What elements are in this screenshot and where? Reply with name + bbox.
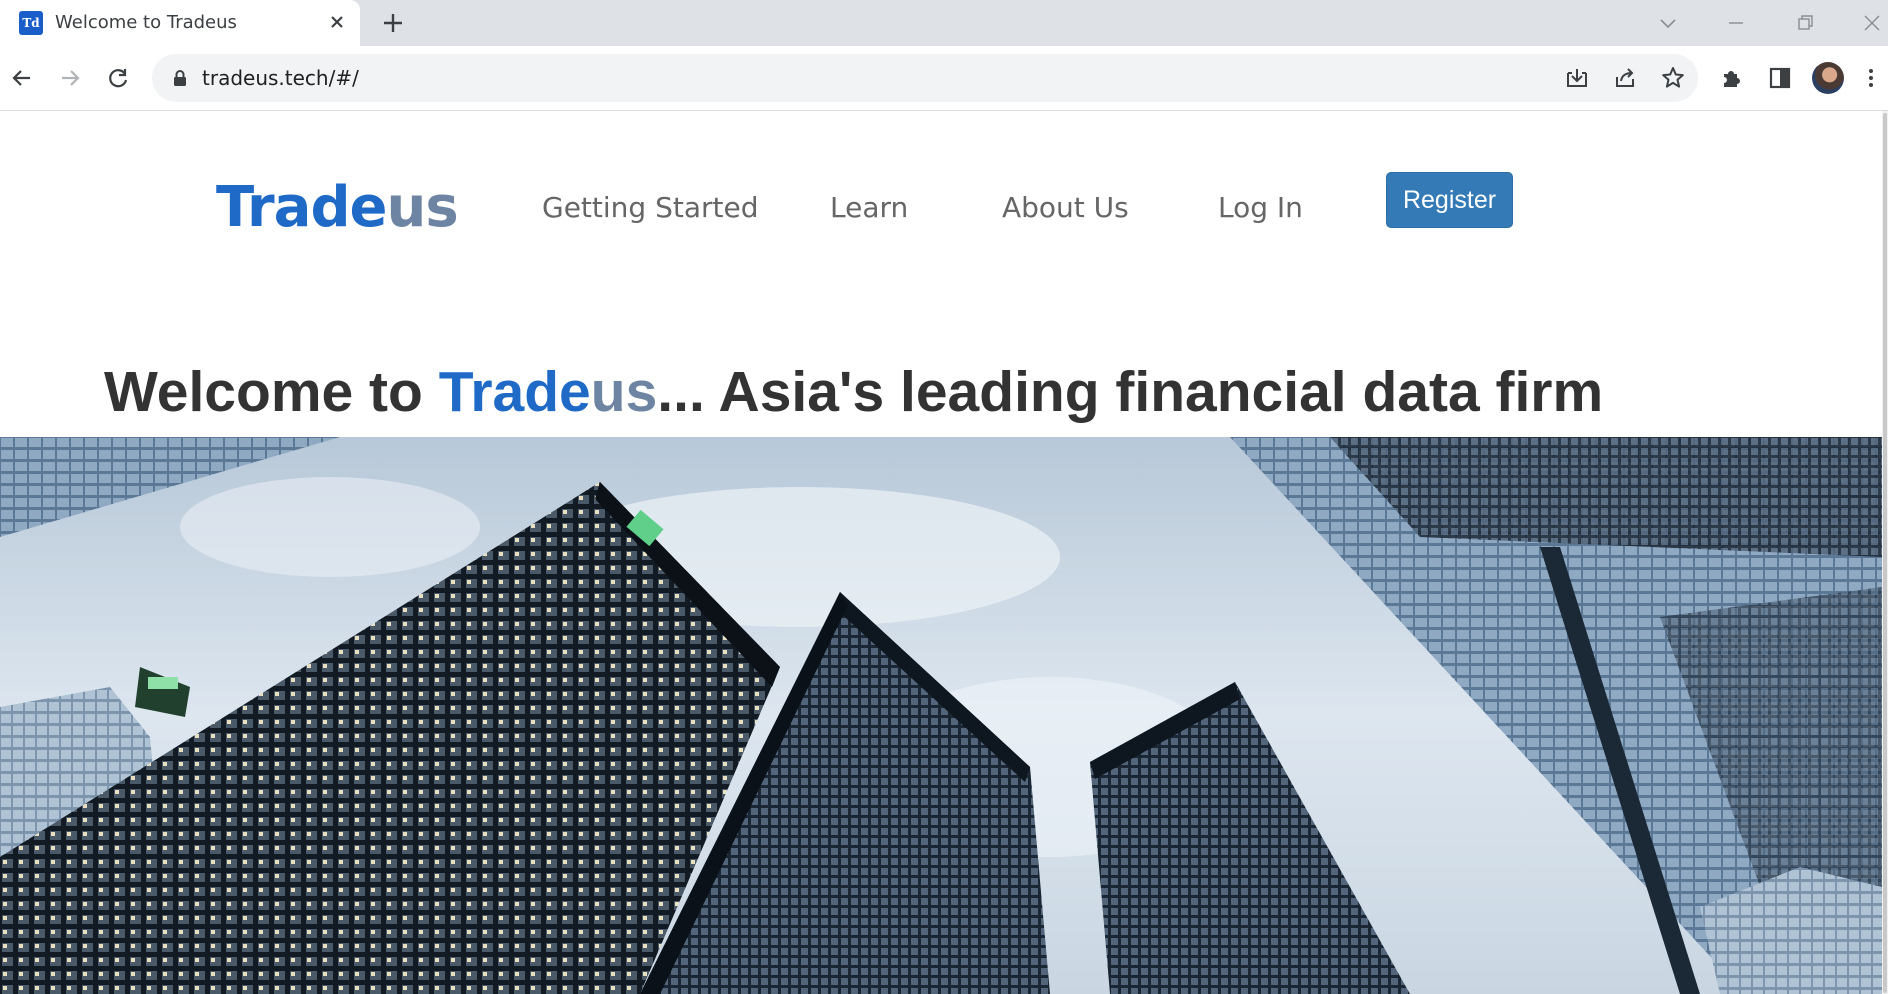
browser-tab[interactable]: Td Welcome to Tradeus bbox=[0, 0, 360, 46]
reload-icon[interactable] bbox=[103, 63, 133, 93]
headline-prefix: Welcome to bbox=[104, 360, 439, 424]
browser-tab-strip: Td Welcome to Tradeus bbox=[0, 0, 1888, 46]
extensions-icon[interactable] bbox=[1717, 63, 1747, 93]
nav-getting-started[interactable]: Getting Started bbox=[542, 191, 758, 224]
site-logo[interactable]: Tradeus bbox=[216, 175, 459, 240]
nav-log-in[interactable]: Log In bbox=[1218, 191, 1303, 224]
logo-part-trade: Trade bbox=[216, 175, 388, 240]
headline-brand-us: us bbox=[590, 360, 658, 424]
page-headline: Welcome to Tradeus... Asia's leading fin… bbox=[104, 359, 1603, 425]
restore-icon[interactable] bbox=[1790, 8, 1820, 38]
favicon-icon: Td bbox=[19, 11, 43, 35]
back-icon[interactable] bbox=[7, 63, 37, 93]
headline-suffix: ... Asia's leading financial data firm bbox=[657, 360, 1604, 424]
bookmark-star-icon[interactable] bbox=[1658, 63, 1688, 93]
minimize-icon[interactable] bbox=[1721, 8, 1751, 38]
avatar[interactable] bbox=[1812, 62, 1844, 94]
chevron-down-icon[interactable] bbox=[1653, 8, 1683, 38]
close-icon[interactable] bbox=[325, 10, 349, 34]
web-page: Tradeus Getting Started Learn About Us L… bbox=[0, 111, 1888, 994]
window-close-icon[interactable] bbox=[1857, 8, 1887, 38]
headline-brand-trade: Trade bbox=[438, 360, 591, 424]
url-text: tradeus.tech/#/ bbox=[202, 66, 359, 90]
nav-about-us[interactable]: About Us bbox=[1002, 191, 1129, 224]
logo-part-us: us bbox=[386, 175, 459, 240]
forward-icon[interactable] bbox=[55, 63, 85, 93]
address-bar[interactable]: tradeus.tech/#/ bbox=[152, 54, 1698, 102]
plus-icon[interactable] bbox=[379, 9, 407, 37]
lock-icon[interactable] bbox=[170, 68, 190, 88]
side-panel-icon[interactable] bbox=[1765, 63, 1795, 93]
scrollbar-thumb[interactable] bbox=[1883, 113, 1887, 993]
menu-dots-icon[interactable] bbox=[1861, 63, 1881, 93]
share-icon[interactable] bbox=[1610, 63, 1640, 93]
install-icon[interactable] bbox=[1562, 63, 1592, 93]
tab-title: Welcome to Tradeus bbox=[55, 12, 237, 33]
nav-learn[interactable]: Learn bbox=[830, 191, 908, 224]
register-button[interactable]: Register bbox=[1386, 172, 1513, 228]
browser-toolbar: tradeus.tech/#/ bbox=[0, 46, 1888, 111]
hero-skyscrapers-image bbox=[0, 437, 1882, 994]
page-scrollbar[interactable] bbox=[1882, 111, 1888, 994]
